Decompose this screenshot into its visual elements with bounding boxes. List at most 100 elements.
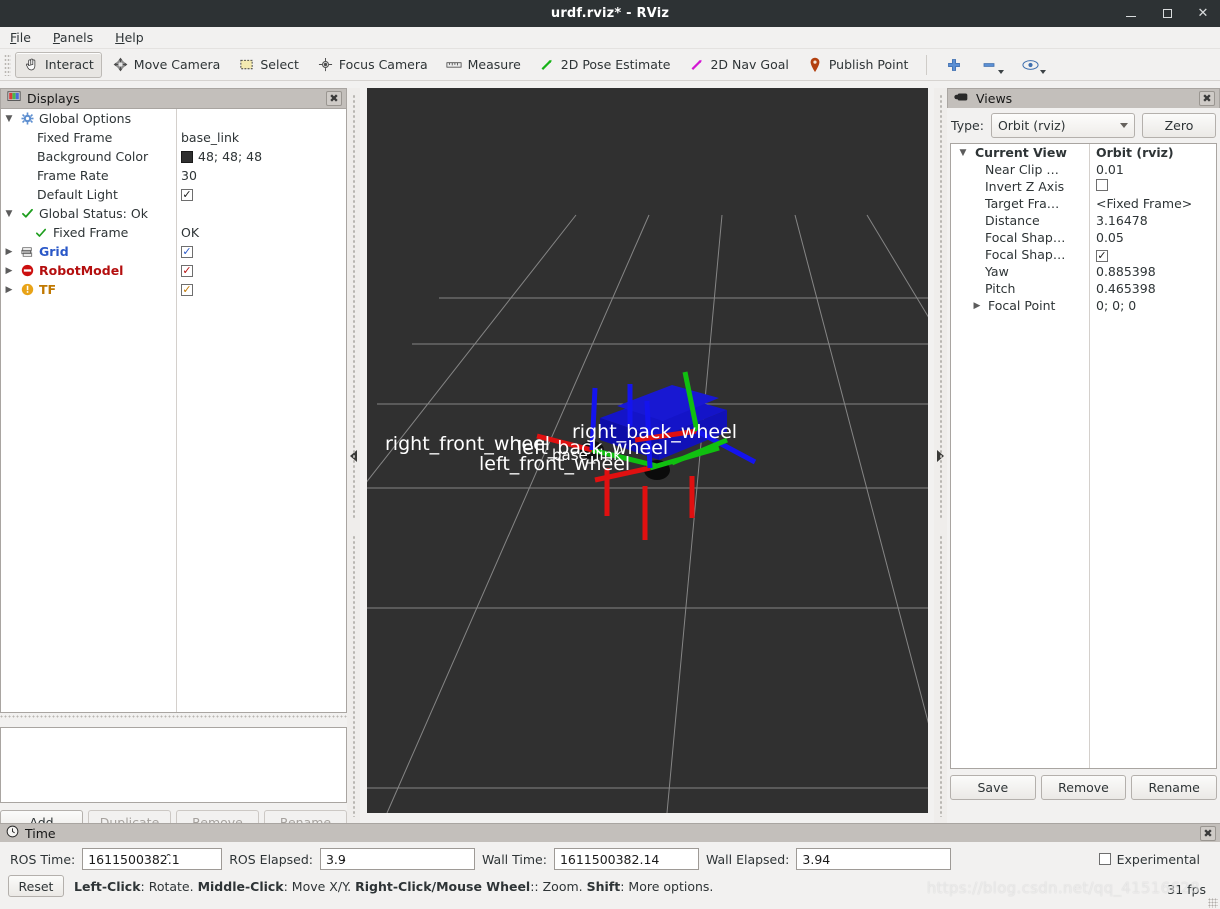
display-value-grid[interactable]: ✓ [174, 245, 346, 258]
views-close-icon[interactable]: ✖ [1199, 91, 1215, 106]
expand-arrow-icon-2[interactable] [1, 209, 17, 219]
hint-left-click: Left-Click [74, 878, 141, 894]
collapse-arrow-icon-robotmodel[interactable] [1, 266, 17, 276]
view-value-target-frame[interactable]: <Fixed Frame> [1089, 196, 1192, 211]
collapse-left-handle[interactable] [347, 88, 360, 823]
collapse-arrow-icon-tf[interactable] [1, 285, 17, 295]
grid-checkbox[interactable]: ✓ [181, 245, 193, 258]
view-row-focal-shape-fixed[interactable]: Focal Shap… ✓ [951, 246, 1216, 263]
display-row-default-light[interactable]: Default Light ✓ [1, 185, 346, 204]
view-row-focal-point[interactable]: Focal Point 0; 0; 0 [951, 297, 1216, 314]
wall-elapsed-input[interactable]: 3.94 [796, 848, 952, 870]
views-tree[interactable]: Current View Orbit (rviz) Near Clip … 0.… [950, 143, 1217, 769]
time-close-icon[interactable]: ✖ [1200, 825, 1216, 841]
display-row-status-fixed-frame[interactable]: Fixed Frame OK [1, 223, 346, 242]
display-row-fixed-frame[interactable]: Fixed Frame base_link [1, 128, 346, 147]
displays-tree[interactable]: Global Options Fixed Frame base_link Bac… [0, 108, 347, 713]
view-row-pitch[interactable]: Pitch 0.465398 [951, 280, 1216, 297]
save-view-button[interactable]: Save [950, 775, 1036, 800]
window-resize-grip[interactable] [1208, 898, 1218, 908]
tool-publish-point[interactable]: Publish Point [799, 52, 917, 78]
remove-view-button[interactable]: Remove [1040, 775, 1127, 800]
view-row-target-frame[interactable]: Target Fra… <Fixed Frame> [951, 195, 1216, 212]
minimize-button[interactable] [1122, 5, 1140, 23]
displays-splitter[interactable] [0, 713, 347, 720]
display-row-frame-rate[interactable]: Frame Rate 30 [1, 166, 346, 185]
expand-arrow-icon[interactable] [1, 114, 17, 124]
add-tool-button[interactable] [937, 52, 970, 78]
visibility-tool-button[interactable] [1014, 52, 1054, 78]
menu-file[interactable]: File [10, 30, 31, 45]
tool-select[interactable]: Select [230, 52, 307, 78]
view-label-distance: Distance [985, 213, 1040, 228]
view-value-pitch[interactable]: 0.465398 [1089, 281, 1156, 296]
tool-focus-camera[interactable]: Focus Camera [309, 52, 436, 78]
display-row-tf[interactable]: TF ✓ [1, 280, 346, 299]
display-label-status-fixed-frame: Fixed Frame [53, 225, 129, 240]
menu-panels[interactable]: Panels [53, 30, 93, 45]
remove-tool-button[interactable] [972, 52, 1012, 78]
tool-2d-nav-goal[interactable]: 2D Nav Goal [680, 52, 796, 78]
tool-interact[interactable]: Interact [15, 51, 102, 78]
display-value-robot-model[interactable]: ✓ [174, 264, 346, 277]
displays-column-splitter[interactable] [176, 109, 177, 712]
display-row-global-options[interactable]: Global Options [1, 109, 346, 128]
robot-model-checkbox[interactable]: ✓ [181, 264, 193, 277]
wall-time-input[interactable]: 1611500382.14 [553, 848, 699, 870]
view-value-focal-shape-fixed[interactable]: ✓ [1089, 247, 1108, 262]
display-row-robot-model[interactable]: RobotModel ✓ [1, 261, 346, 280]
reset-button[interactable]: Reset [8, 875, 64, 897]
menu-help[interactable]: Help [115, 30, 144, 45]
ros-elapsed-input[interactable]: 3.9̵ [319, 848, 475, 870]
view-type-select[interactable]: Orbit (rviz) [990, 113, 1135, 138]
chevron-down-icon[interactable] [998, 69, 1005, 74]
view-row-current-view[interactable]: Current View Orbit (rviz) [951, 144, 1216, 161]
view-value-focal-shape-size[interactable]: 0.05 [1089, 230, 1124, 245]
invert-z-axis-checkbox[interactable] [1096, 179, 1108, 191]
default-light-checkbox[interactable]: ✓ [181, 188, 193, 201]
view-row-focal-shape-size[interactable]: Focal Shap… 0.05 [951, 229, 1216, 246]
render-canvas-3d[interactable]: right_front_wheel right_back_wheel left_… [367, 88, 928, 813]
views-column-splitter[interactable] [1089, 144, 1090, 768]
view-value-distance[interactable]: 3.16478 [1089, 213, 1148, 228]
tool-measure[interactable]: Measure [438, 52, 529, 78]
display-value-tf[interactable]: ✓ [174, 283, 346, 296]
toolbar-grip[interactable] [4, 53, 11, 76]
collapse-arrow-icon-grid[interactable] [1, 247, 17, 257]
hint-middle-click: Middle-Click [197, 878, 284, 894]
experimental-checkbox[interactable] [1098, 853, 1111, 865]
move-camera-icon [112, 56, 129, 73]
expand-arrow-icon-views[interactable] [955, 148, 971, 158]
rename-view-button[interactable]: Rename [1131, 775, 1218, 800]
display-value-frame-rate[interactable]: 30 [174, 168, 346, 183]
collapse-arrow-icon-focal-point[interactable] [969, 301, 985, 311]
tool-move-camera[interactable]: Move Camera [104, 52, 229, 78]
view-value-yaw[interactable]: 0.885398 [1089, 264, 1156, 279]
collapse-right-handle[interactable] [934, 88, 947, 823]
view-row-invert-z-axis[interactable]: Invert Z Axis [951, 178, 1216, 195]
ros-time-input[interactable]: 1611500382.̑1 [82, 848, 223, 870]
display-row-background-color[interactable]: Background Color 48; 48; 48 [1, 147, 346, 166]
display-row-grid[interactable]: Grid ✓ [1, 242, 346, 261]
view-row-distance[interactable]: Distance 3.16478 [951, 212, 1216, 229]
time-fields-row: ROS Time: 1611500382.̑1 ROS Elapsed: 3.9… [0, 842, 1220, 870]
display-value-fixed-frame[interactable]: base_link [174, 130, 346, 145]
view-value-near-clip[interactable]: 0.01 [1089, 162, 1124, 177]
maximize-button[interactable] [1158, 5, 1176, 23]
display-value-background-color[interactable]: 48; 48; 48 [174, 149, 346, 164]
hint-middle-click-rest: : Move X/Y. [283, 878, 356, 894]
views-panel-title: Views [976, 91, 1013, 106]
displays-close-icon[interactable]: ✖ [326, 91, 342, 106]
focal-shape-fixed-checkbox[interactable]: ✓ [1096, 249, 1108, 262]
view-row-yaw[interactable]: Yaw 0.885398 [951, 263, 1216, 280]
display-row-global-status[interactable]: Global Status: Ok [1, 204, 346, 223]
tf-checkbox[interactable]: ✓ [181, 283, 193, 296]
view-row-near-clip[interactable]: Near Clip … 0.01 [951, 161, 1216, 178]
display-value-default-light[interactable]: ✓ [174, 188, 346, 201]
view-value-focal-point[interactable]: 0; 0; 0 [1089, 298, 1136, 313]
chevron-down-icon-2[interactable] [1040, 69, 1047, 74]
tool-2d-pose-estimate[interactable]: 2D Pose Estimate [531, 52, 679, 78]
zero-view-button[interactable]: Zero [1142, 113, 1216, 138]
view-value-invert-z-axis[interactable] [1089, 179, 1108, 194]
close-button[interactable]: ✕ [1194, 5, 1212, 23]
